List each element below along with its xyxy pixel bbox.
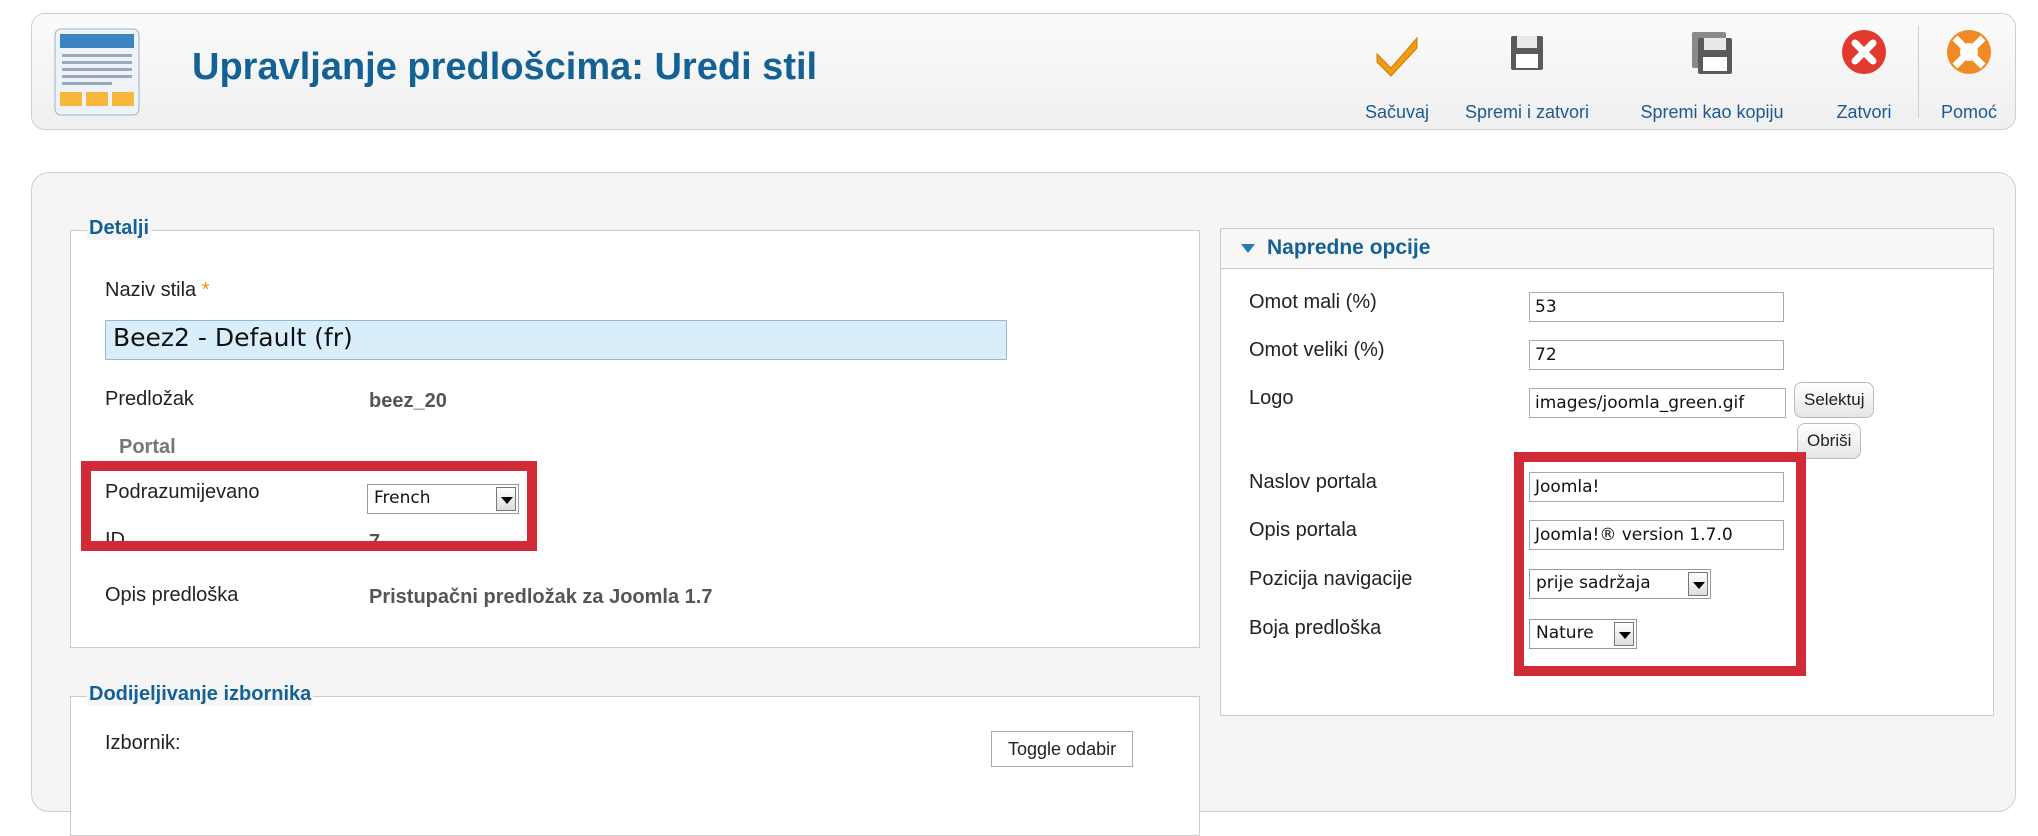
- menu-assignment-fieldset: Dodijeljivanje izbornika Izbornik: Toggl…: [70, 683, 1200, 836]
- logo-label: Logo: [1249, 387, 1294, 409]
- highlight-box-advanced: [1514, 452, 1806, 676]
- client-value: Portal: [119, 436, 176, 458]
- details-fieldset: Detalji Naziv stila * Beez2 - Default (f…: [70, 217, 1200, 648]
- menu-assignment-legend: Dodijeljivanje izbornika: [87, 683, 314, 706]
- logo-clear-button[interactable]: Obriši: [1797, 423, 1862, 459]
- wrapper-large-label: Omot veliki (%): [1249, 339, 1385, 361]
- wrapper-small-label: Omot mali (%): [1249, 291, 1377, 313]
- menu-label: Izbornik:: [105, 732, 181, 754]
- logo-select-button[interactable]: Selektuj: [1794, 382, 1875, 418]
- highlight-box-default: [81, 461, 537, 551]
- page-title: Upravljanje predlošcima: Uredi stil: [192, 46, 818, 88]
- collapse-triangle-icon: [1241, 244, 1255, 253]
- help-label: Pomoć: [1940, 102, 1998, 122]
- advanced-options-header[interactable]: Napredne opcije: [1221, 229, 1993, 269]
- description-label: Opis predloška: [105, 584, 239, 606]
- save-icon: [1511, 36, 1543, 70]
- wrapper-small-input[interactable]: 53: [1529, 292, 1784, 322]
- template-label: Predložak: [105, 388, 194, 410]
- toolbar: Upravljanje predlošcima: Uredi stil Saču…: [31, 13, 2016, 130]
- template-value: beez_20: [369, 390, 447, 412]
- toolbar-separator: [1918, 26, 1919, 118]
- close-label: Zatvori: [1836, 102, 1892, 122]
- description-value: Pristupačni predložak za Joomla 1.7: [369, 586, 713, 608]
- advanced-options-panel: Napredne opcije Omot mali (%) 53 Omot ve…: [1220, 228, 1994, 716]
- style-name-label: Naziv stila *: [105, 279, 210, 301]
- template-color-label: Boja predloška: [1249, 617, 1382, 639]
- style-name-input[interactable]: Beez2 - Default (fr): [105, 320, 1007, 360]
- site-title-label: Naslov portala: [1249, 471, 1377, 493]
- toggle-selection-button[interactable]: Toggle odabir: [991, 731, 1134, 767]
- template-manager-icon: [54, 28, 140, 116]
- site-description-label: Opis portala: [1249, 519, 1357, 541]
- checkmark-icon: [1376, 36, 1418, 77]
- details-legend: Detalji: [87, 217, 152, 240]
- nav-position-label: Pozicija navigacije: [1249, 568, 1413, 590]
- save-close-label: Spremi i zatvori: [1464, 102, 1590, 122]
- logo-input[interactable]: images/joomla_green.gif: [1529, 388, 1786, 418]
- save-label: Sačuvaj: [1364, 102, 1430, 122]
- wrapper-large-input[interactable]: 72: [1529, 340, 1784, 370]
- advanced-options-title: Napredne opcije: [1267, 236, 1431, 259]
- close-icon: [1842, 30, 1886, 74]
- save-copy-icon: [1692, 32, 1732, 74]
- content-panel: Detalji Naziv stila * Beez2 - Default (f…: [31, 172, 2016, 836]
- save-copy-label: Spremi kao kopiju: [1640, 102, 1784, 122]
- lifebuoy-help-icon: [1947, 30, 1991, 74]
